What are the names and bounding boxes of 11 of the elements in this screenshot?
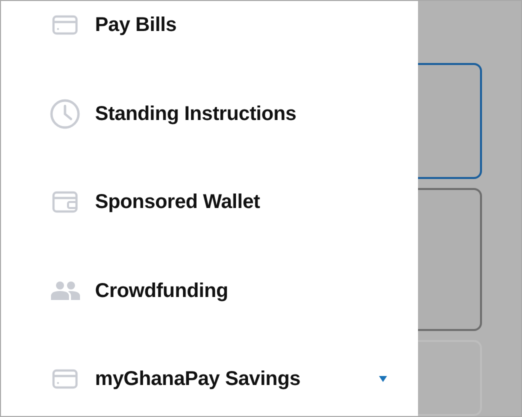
menu-item[interactable]: Crowdfunding [1, 246, 418, 335]
clock-icon [50, 98, 80, 129]
menu-item[interactable]: Pay Bills [1, 1, 418, 70]
caret-icon [379, 376, 387, 382]
wallet-icon [52, 191, 78, 214]
card-icon [52, 15, 78, 36]
menu-item[interactable]: Sponsored Wallet [1, 158, 418, 246]
card-icon [52, 369, 78, 390]
people-icon [50, 281, 80, 300]
menu-item[interactable]: Standing Instructions [1, 70, 418, 158]
menu-item[interactable]: myGhanaPay Savings [1, 335, 418, 416]
